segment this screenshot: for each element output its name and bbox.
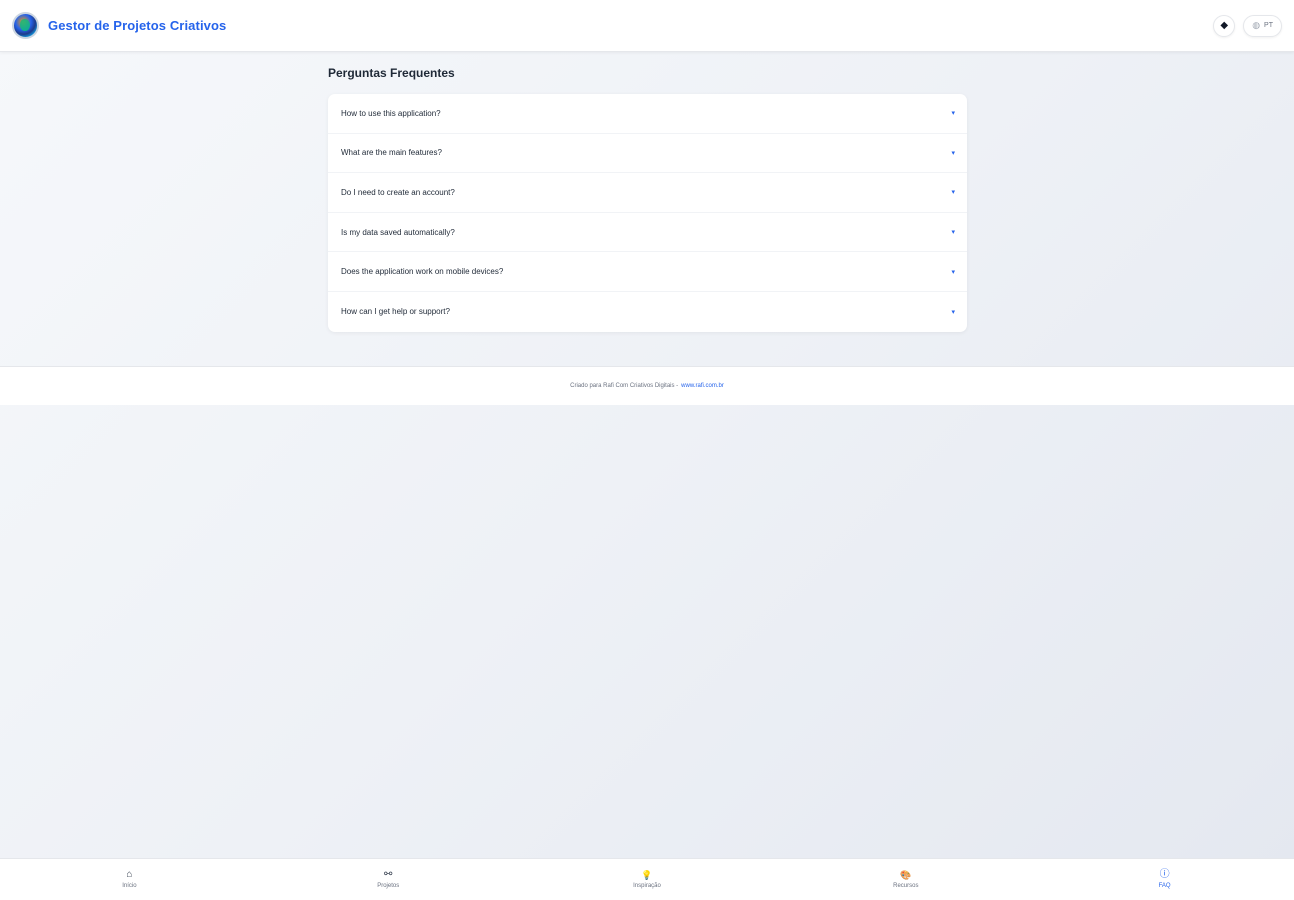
faq-item[interactable]: How to use this application? ▾ [328,94,967,134]
palette-icon: 🎨 [900,869,912,880]
palette-icon: ◆ [1220,20,1229,31]
nav-label: Início [122,883,137,889]
main-content: Perguntas Frequentes How to use this app… [0,52,1294,366]
faq-question: Does the application work on mobile devi… [341,267,504,277]
globe-logo-icon [12,12,39,39]
nav-item-projects[interactable]: ⚯ Projetos [259,859,518,900]
faq-item[interactable]: What are the main features? ▾ [328,134,967,174]
info-icon: ⓘ [1159,869,1170,880]
header-actions: ◆ ◍ PT [1213,14,1282,37]
footer-link[interactable]: www.rafi.com.br [681,383,724,389]
footer-text: Criado para Rafi Com Criativos Digitais … [570,383,679,389]
faq-question: Is my data saved automatically? [341,227,455,237]
faq-question: Do I need to create an account? [341,187,455,197]
page-title: Perguntas Frequentes [328,66,455,80]
chevron-down-icon: ▾ [951,110,955,118]
faq-question: What are the main features? [341,148,442,158]
language-selector-button[interactable]: ◍ PT [1243,14,1282,37]
nav-label: Recursos [893,882,919,889]
faq-item[interactable]: Do I need to create an account? ▾ [328,173,967,213]
chevron-down-icon: ▾ [951,189,955,197]
app-header: Gestor de Projetos Criativos ◆ ◍ PT [0,0,1294,52]
network-icon: ⚯ [384,869,393,880]
faq-question: How to use this application? [341,108,441,118]
page-footer: Criado para Rafi Com Criativos Digitais … [0,366,1294,405]
nav-label: Projetos [377,883,400,889]
chevron-down-icon: ▾ [951,149,955,157]
home-icon: ⌂ [126,869,133,880]
chevron-down-icon: ▾ [951,268,955,276]
language-label: PT [1264,22,1273,29]
nav-item-resources[interactable]: 🎨 Recursos [776,859,1035,900]
nav-label: Inspiração [633,882,661,889]
nav-item-faq[interactable]: ⓘ FAQ [1035,859,1294,900]
faq-item[interactable]: How can I get help or support? ▾ [328,292,967,332]
faq-item[interactable]: Does the application work on mobile devi… [328,252,967,292]
brand[interactable]: Gestor de Projetos Criativos [12,12,226,39]
chevron-down-icon: ▾ [951,229,955,237]
app-title: Gestor de Projetos Criativos [48,18,227,33]
faq-item[interactable]: Is my data saved automatically? ▾ [328,213,967,253]
faq-question: How can I get help or support? [341,307,450,317]
chevron-down-icon: ▾ [951,308,955,316]
lightbulb-icon: 💡 [641,869,653,880]
nav-item-home[interactable]: ⌂ Início [0,859,259,900]
bottom-navigation: ⌂ Início ⚯ Projetos 💡 Inspiração 🎨 Recur… [0,858,1294,900]
nav-label: FAQ [1158,883,1171,889]
globe-icon: ◍ [1252,20,1261,30]
nav-item-inspiration[interactable]: 💡 Inspiração [518,859,777,900]
faq-list: How to use this application? ▾ What are … [328,94,967,332]
theme-toggle-button[interactable]: ◆ [1213,14,1236,37]
